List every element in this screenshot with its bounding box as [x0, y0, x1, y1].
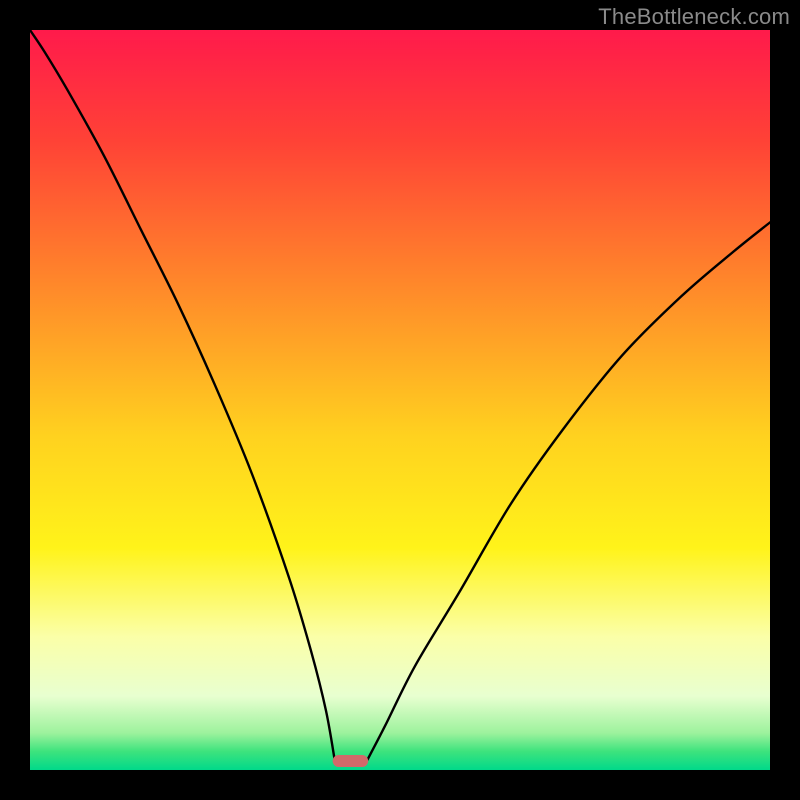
chart-plot-area: [30, 30, 770, 770]
chart-frame: TheBottleneck.com: [0, 0, 800, 800]
chart-background: [30, 30, 770, 770]
watermark-text: TheBottleneck.com: [598, 4, 790, 30]
optimal-range: [333, 755, 369, 767]
chart-svg: [30, 30, 770, 770]
